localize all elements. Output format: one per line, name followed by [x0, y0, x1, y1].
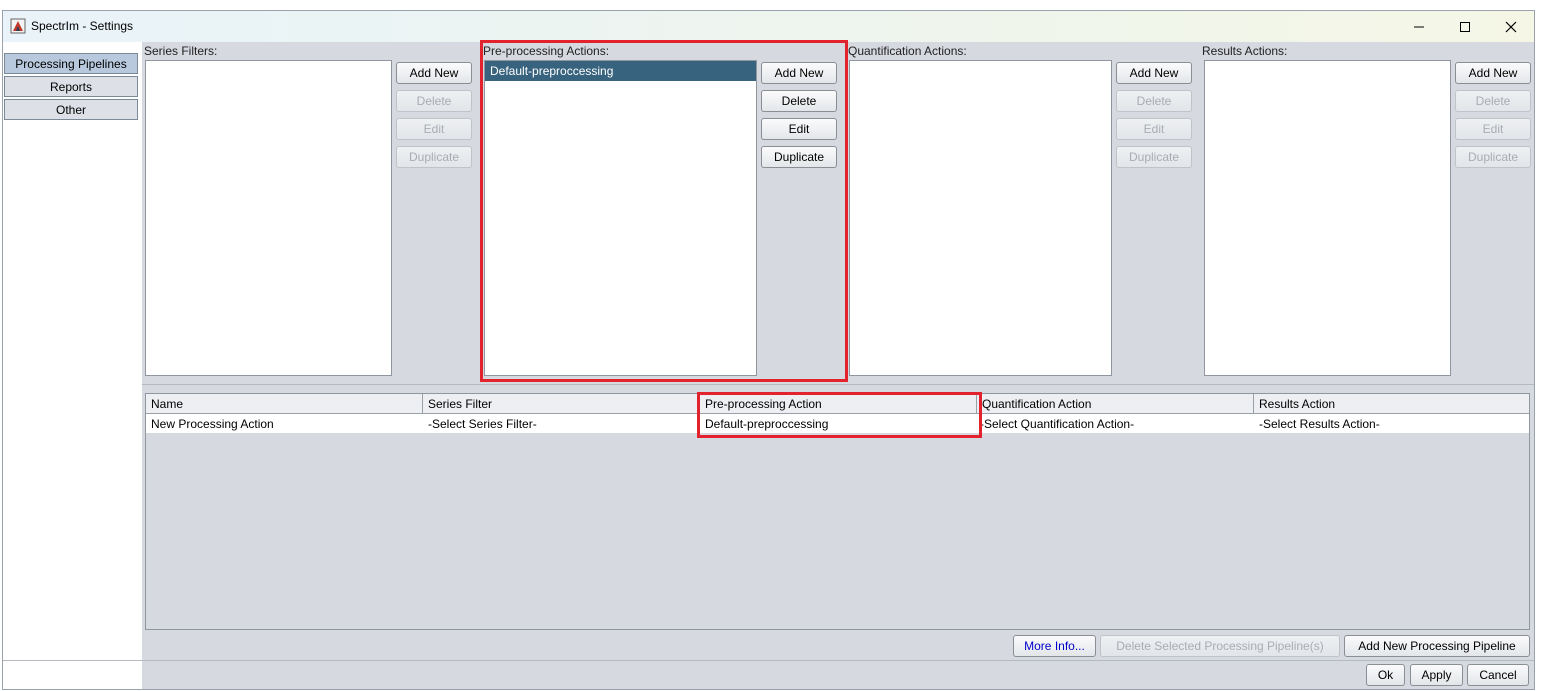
series-filters-add-button[interactable]: Add New [396, 62, 472, 84]
cancel-button[interactable]: Cancel [1467, 664, 1529, 686]
series-filters-edit-button[interactable]: Edit [396, 118, 472, 140]
series-filters-label: Series Filters: [144, 44, 218, 58]
table-cell-series-filter[interactable]: -Select Series Filter- [423, 414, 700, 433]
column-header-results-action[interactable]: Results Action [1254, 394, 1529, 414]
results-delete-button[interactable]: Delete [1455, 90, 1531, 112]
results-edit-button[interactable]: Edit [1455, 118, 1531, 140]
series-filters-duplicate-button[interactable]: Duplicate [396, 146, 472, 168]
table-cell-results-action[interactable]: -Select Results Action- [1254, 414, 1529, 433]
dialog-button-bar [3, 660, 1534, 689]
column-header-name[interactable]: Name [146, 394, 423, 414]
preprocessing-highlight-box [480, 40, 848, 382]
quantification-list[interactable] [849, 60, 1112, 376]
series-filters-list[interactable] [145, 60, 392, 376]
quantification-add-button[interactable]: Add New [1116, 62, 1192, 84]
minimize-icon [1414, 26, 1424, 27]
results-add-button[interactable]: Add New [1455, 62, 1531, 84]
quantification-edit-button[interactable]: Edit [1116, 118, 1192, 140]
maximize-icon [1460, 21, 1470, 32]
app-icon [10, 18, 26, 34]
results-duplicate-button[interactable]: Duplicate [1455, 146, 1531, 168]
results-label: Results Actions: [1202, 44, 1288, 58]
close-button[interactable] [1488, 11, 1534, 42]
quantification-label: Quantification Actions: [848, 44, 967, 58]
column-header-quantification-action[interactable]: Quantification Action [977, 394, 1254, 414]
column-header-series-filter[interactable]: Series Filter [423, 394, 700, 414]
apply-button[interactable]: Apply [1410, 664, 1463, 686]
add-pipeline-button[interactable]: Add New Processing Pipeline [1344, 635, 1530, 657]
tab-processing-pipelines[interactable]: Processing Pipelines [4, 53, 138, 74]
preprocessing-column-highlight-box [697, 392, 982, 438]
sidebar [3, 42, 142, 660]
close-icon [1505, 21, 1517, 32]
bottom-left-blank [3, 661, 142, 689]
delete-pipeline-button[interactable]: Delete Selected Processing Pipeline(s) [1100, 635, 1340, 657]
table-cell-quantification-action[interactable]: -Select Quantification Action- [977, 414, 1254, 433]
series-filters-delete-button[interactable]: Delete [396, 90, 472, 112]
quantification-delete-button[interactable]: Delete [1116, 90, 1192, 112]
divider [142, 384, 1534, 385]
results-list[interactable] [1204, 60, 1451, 376]
tab-other[interactable]: Other [4, 99, 138, 120]
window-title: SpectrIm - Settings [31, 19, 134, 33]
title-bar [3, 11, 1534, 42]
ok-button[interactable]: Ok [1366, 664, 1405, 686]
maximize-button[interactable] [1442, 11, 1488, 42]
more-info-button[interactable]: More Info... [1013, 635, 1096, 657]
quantification-duplicate-button[interactable]: Duplicate [1116, 146, 1192, 168]
minimize-button[interactable] [1396, 11, 1442, 42]
tab-reports[interactable]: Reports [4, 76, 138, 97]
table-cell-name[interactable]: New Processing Action [146, 414, 423, 433]
